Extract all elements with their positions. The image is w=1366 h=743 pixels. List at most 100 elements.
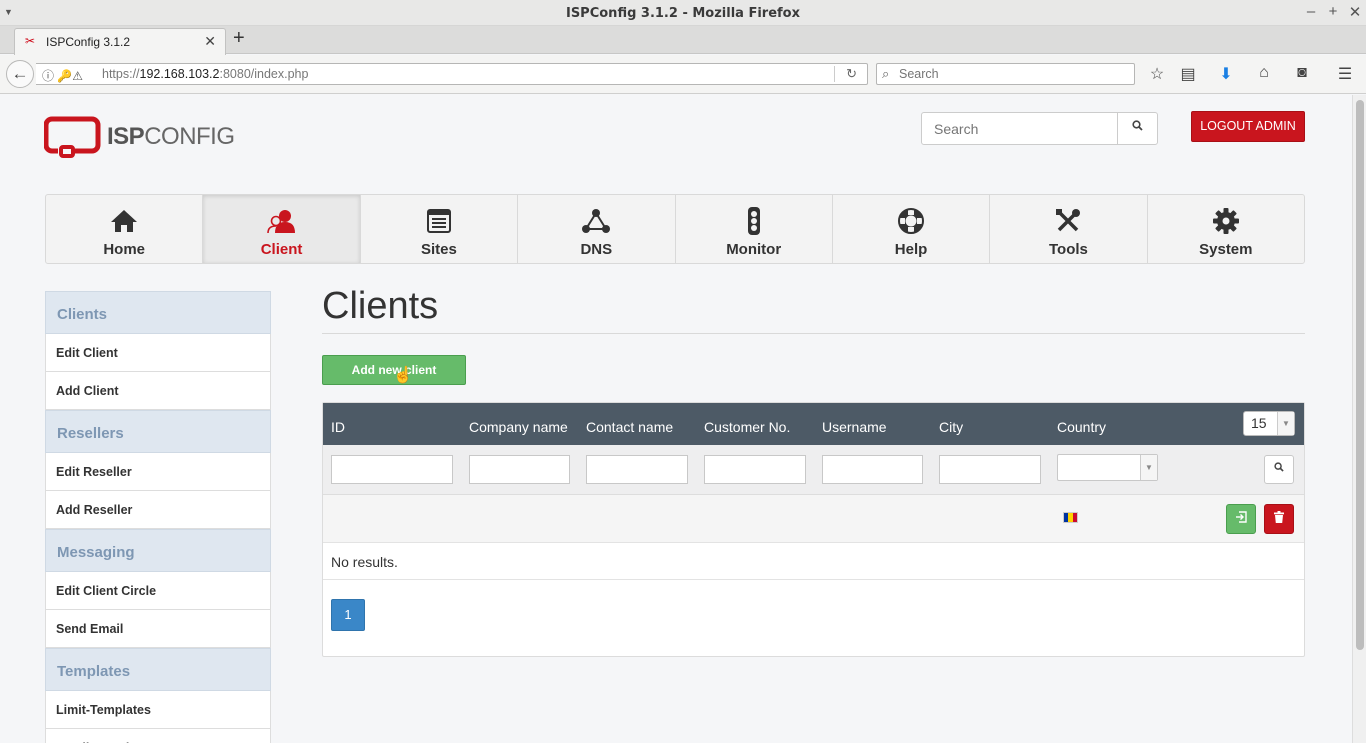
logout-button[interactable]: LOGOUT ADMIN bbox=[1191, 111, 1305, 142]
download-icon[interactable]: ⬇ bbox=[1215, 64, 1237, 84]
clients-table: ID Company name Contact name Customer No… bbox=[322, 402, 1305, 657]
sidebar-item-add-client[interactable]: Add Client bbox=[45, 372, 271, 410]
sidebar-item-edit-client[interactable]: Edit Client bbox=[45, 334, 271, 372]
filter-username-input[interactable] bbox=[822, 455, 923, 484]
back-arrow-icon[interactable]: ← bbox=[6, 60, 34, 88]
global-search-input[interactable] bbox=[922, 113, 1117, 144]
nav-sites[interactable]: Sites bbox=[361, 195, 519, 263]
window-title: ISPConfig 3.1.2 - Mozilla Firefox bbox=[565, 6, 801, 21]
ispconfig-page: ISPCONFIG LOGOUT ADMIN Home Client Sites bbox=[0, 95, 1352, 743]
chevron-down-icon: ▼ bbox=[1277, 412, 1294, 435]
column-header-company-name[interactable]: Company name bbox=[469, 419, 568, 435]
page-scrollbar[interactable] bbox=[1352, 95, 1366, 743]
reading-list-icon[interactable]: ▤ bbox=[1177, 64, 1199, 84]
filter-country-select[interactable]: ▼ bbox=[1057, 454, 1158, 481]
filter-city-input[interactable] bbox=[939, 455, 1041, 484]
table-row bbox=[323, 495, 1304, 543]
nav-home[interactable]: Home bbox=[46, 195, 204, 263]
column-header-id[interactable]: ID bbox=[331, 419, 345, 435]
global-search-box[interactable] bbox=[921, 112, 1118, 145]
home-browser-icon[interactable]: ⌂ bbox=[1253, 64, 1275, 82]
country-flag-icon bbox=[1063, 512, 1078, 523]
page-title: Clients bbox=[322, 285, 439, 327]
url-bar[interactable]: ⓘ 🔑⚠ https://192.168.103.2:8080/index.ph… bbox=[36, 63, 868, 85]
sidebar-item-email-templates[interactable]: Email-Templates bbox=[45, 729, 271, 743]
window-titlebar: ▼ ISPConfig 3.1.2 - Mozilla Firefox – + … bbox=[0, 0, 1366, 26]
sidebar-item-edit-client-circle[interactable]: Edit Client Circle bbox=[45, 572, 271, 610]
sidebar-item-limit-templates[interactable]: Limit-Templates bbox=[45, 691, 271, 729]
sites-icon bbox=[361, 207, 517, 235]
sidebar-group-clients: Clients bbox=[45, 291, 271, 334]
login-icon bbox=[1236, 511, 1247, 523]
global-search-button[interactable] bbox=[1117, 112, 1158, 145]
nav-tools[interactable]: Tools bbox=[990, 195, 1148, 263]
reload-icon[interactable]: ↻ bbox=[846, 66, 857, 82]
nav-dns[interactable]: DNS bbox=[518, 195, 676, 263]
records-per-page-select[interactable]: 15 ▼ bbox=[1243, 411, 1295, 436]
sidebar-item-send-email[interactable]: Send Email bbox=[45, 610, 271, 648]
home-icon bbox=[46, 207, 202, 235]
close-window-icon[interactable]: ✕ bbox=[1346, 3, 1364, 21]
sidebar-item-edit-reseller[interactable]: Edit Reseller bbox=[45, 453, 271, 491]
nav-monitor[interactable]: Monitor bbox=[676, 195, 833, 263]
filter-company-name-input[interactable] bbox=[469, 455, 570, 484]
client-icon bbox=[203, 207, 359, 235]
bookmark-star-icon[interactable]: ☆ bbox=[1146, 64, 1168, 84]
delete-button[interactable] bbox=[1264, 504, 1294, 534]
new-tab-icon[interactable]: + bbox=[233, 27, 245, 50]
table-header: ID Company name Contact name Customer No… bbox=[323, 403, 1304, 445]
ispconfig-logo[interactable]: ISPCONFIG bbox=[43, 116, 254, 160]
logo-text: ISPCONFIG bbox=[107, 123, 235, 150]
sidebar: Clients Edit Client Add Client Resellers… bbox=[45, 291, 271, 743]
search-icon: ⌕ bbox=[882, 66, 890, 81]
filter-contact-name-input[interactable] bbox=[586, 455, 688, 484]
nav-client[interactable]: Client bbox=[203, 195, 361, 263]
column-header-contact-name[interactable]: Contact name bbox=[586, 419, 673, 435]
filter-row: ▼ bbox=[323, 445, 1304, 495]
column-header-country[interactable]: Country bbox=[1057, 419, 1106, 435]
close-tab-icon[interactable]: ✕ bbox=[204, 33, 216, 50]
tab-strip: ✂ ISPConfig 3.1.2 ✕ + bbox=[0, 26, 1366, 55]
sidebar-group-messaging: Messaging bbox=[45, 529, 271, 572]
hamburger-menu-icon[interactable]: ☰ bbox=[1334, 64, 1356, 84]
column-header-customer-no[interactable]: Customer No. bbox=[704, 419, 790, 435]
minimize-icon[interactable]: – bbox=[1302, 3, 1320, 20]
monitor-icon bbox=[676, 207, 832, 235]
ispconfig-favicon-icon: ✂ bbox=[25, 34, 36, 48]
site-info-icon[interactable]: ⓘ 🔑⚠ bbox=[42, 67, 83, 84]
login-as-client-button[interactable] bbox=[1226, 504, 1256, 534]
chevron-down-icon: ▼ bbox=[1140, 455, 1157, 480]
url-text: https://192.168.103.2:8080/index.php bbox=[102, 67, 309, 81]
tab-title: ISPConfig 3.1.2 bbox=[46, 35, 131, 49]
column-header-username[interactable]: Username bbox=[822, 419, 887, 435]
pagination-page-1[interactable]: 1 bbox=[331, 599, 365, 631]
trash-icon bbox=[1274, 511, 1284, 523]
logo-monitor-icon bbox=[43, 116, 101, 158]
search-icon bbox=[1132, 120, 1143, 131]
gear-icon bbox=[1148, 207, 1304, 235]
hand-cursor-icon: ☝ bbox=[393, 367, 413, 384]
sidebar-item-add-reseller[interactable]: Add Reseller bbox=[45, 491, 271, 529]
no-results-message: No results. bbox=[323, 543, 1304, 580]
tools-icon bbox=[990, 207, 1146, 235]
browser-search-input[interactable] bbox=[899, 66, 1129, 82]
pocket-icon[interactable]: ◙ bbox=[1291, 64, 1313, 82]
search-icon bbox=[1274, 462, 1284, 472]
browser-tab[interactable]: ✂ ISPConfig 3.1.2 ✕ bbox=[14, 28, 226, 55]
title-divider bbox=[322, 333, 1305, 334]
column-header-city[interactable]: City bbox=[939, 419, 963, 435]
filter-search-button[interactable] bbox=[1264, 455, 1294, 484]
browser-toolbar: ← ⓘ 🔑⚠ https://192.168.103.2:8080/index.… bbox=[0, 55, 1366, 94]
maximize-icon[interactable]: + bbox=[1324, 3, 1342, 20]
nav-system[interactable]: System bbox=[1148, 195, 1304, 263]
browser-search-box[interactable]: ⌕ bbox=[876, 63, 1135, 85]
sidebar-group-templates: Templates bbox=[45, 648, 271, 691]
main-navigation: Home Client Sites DNS Monitor Help Tools… bbox=[45, 194, 1305, 264]
help-icon bbox=[833, 207, 989, 235]
filter-customer-no-input[interactable] bbox=[704, 455, 806, 484]
nav-help[interactable]: Help bbox=[833, 195, 991, 263]
sidebar-group-resellers: Resellers bbox=[45, 410, 271, 453]
dns-icon bbox=[518, 207, 674, 235]
filter-id-input[interactable] bbox=[331, 455, 453, 484]
scrollbar-thumb[interactable] bbox=[1356, 100, 1364, 650]
